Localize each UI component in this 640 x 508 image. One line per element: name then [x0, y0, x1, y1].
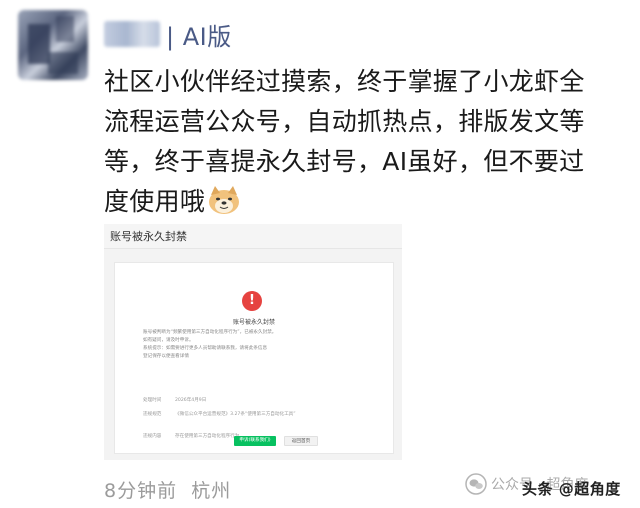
ban-notice-title: 账号被永久封禁	[232, 319, 275, 326]
field-value: 《微信公众平台运营规范》3.27条“使用第三方自动化工具”	[175, 412, 296, 417]
attached-screenshot[interactable]: 账号被永久封禁 ! 账号被永久封禁 账号被判断为“频繁使用第三方自动化程序行为”…	[104, 224, 402, 460]
screenshot-header: 账号被永久封禁	[104, 224, 402, 249]
author-row: | AI版	[104, 14, 232, 54]
post-location[interactable]: 杭州	[191, 480, 231, 502]
appeal-button[interactable]: 申诉(联系我们)	[234, 436, 276, 446]
return-home-button[interactable]: 返回首页	[284, 436, 318, 446]
post-text-block: 社区小伙伴经过摸索，终于掌握了小龙虾全流程运营公众号，自动抓热点，排版发文等等，…	[104, 62, 604, 222]
ban-notice-line: 系统提示：如需要进行更多人员帮助请联系我，请将此条信息	[143, 346, 268, 351]
post-text: 社区小伙伴经过摸索，终于掌握了小龙虾全流程运营公众号，自动抓热点，排版发文等等，…	[104, 67, 585, 216]
field-value: 2026年4月9日	[175, 398, 207, 403]
watermark-source-text: 头条 @超角度	[522, 480, 621, 498]
warning-icon: !	[242, 291, 262, 311]
ban-notice-line: 如有疑问，请及时申诉。	[143, 338, 194, 343]
author-tag: | AI版	[166, 22, 232, 51]
screenshot-header-title: 账号被永久封禁	[110, 230, 187, 243]
post-time: 8分钟前	[104, 480, 178, 502]
field-label: 违规规范	[143, 412, 162, 417]
field-label: 违规内容	[143, 434, 162, 439]
wechat-icon	[465, 473, 487, 495]
field-label: 处理时间	[143, 398, 162, 403]
doge-emoji-icon	[209, 186, 240, 214]
post-meta: 8分钟前 杭州	[104, 476, 231, 503]
ban-notice-card: ! 账号被永久封禁 账号被判断为“频繁使用第三方自动化程序行为”，已被永久封禁。…	[114, 262, 394, 454]
ban-notice-line: 登记保存以便查看详情	[143, 354, 189, 359]
ban-notice-line: 账号被判断为“频繁使用第三方自动化程序行为”，已被永久封禁。	[143, 330, 277, 335]
author-name-blurred[interactable]	[104, 21, 160, 47]
avatar[interactable]	[18, 10, 88, 80]
